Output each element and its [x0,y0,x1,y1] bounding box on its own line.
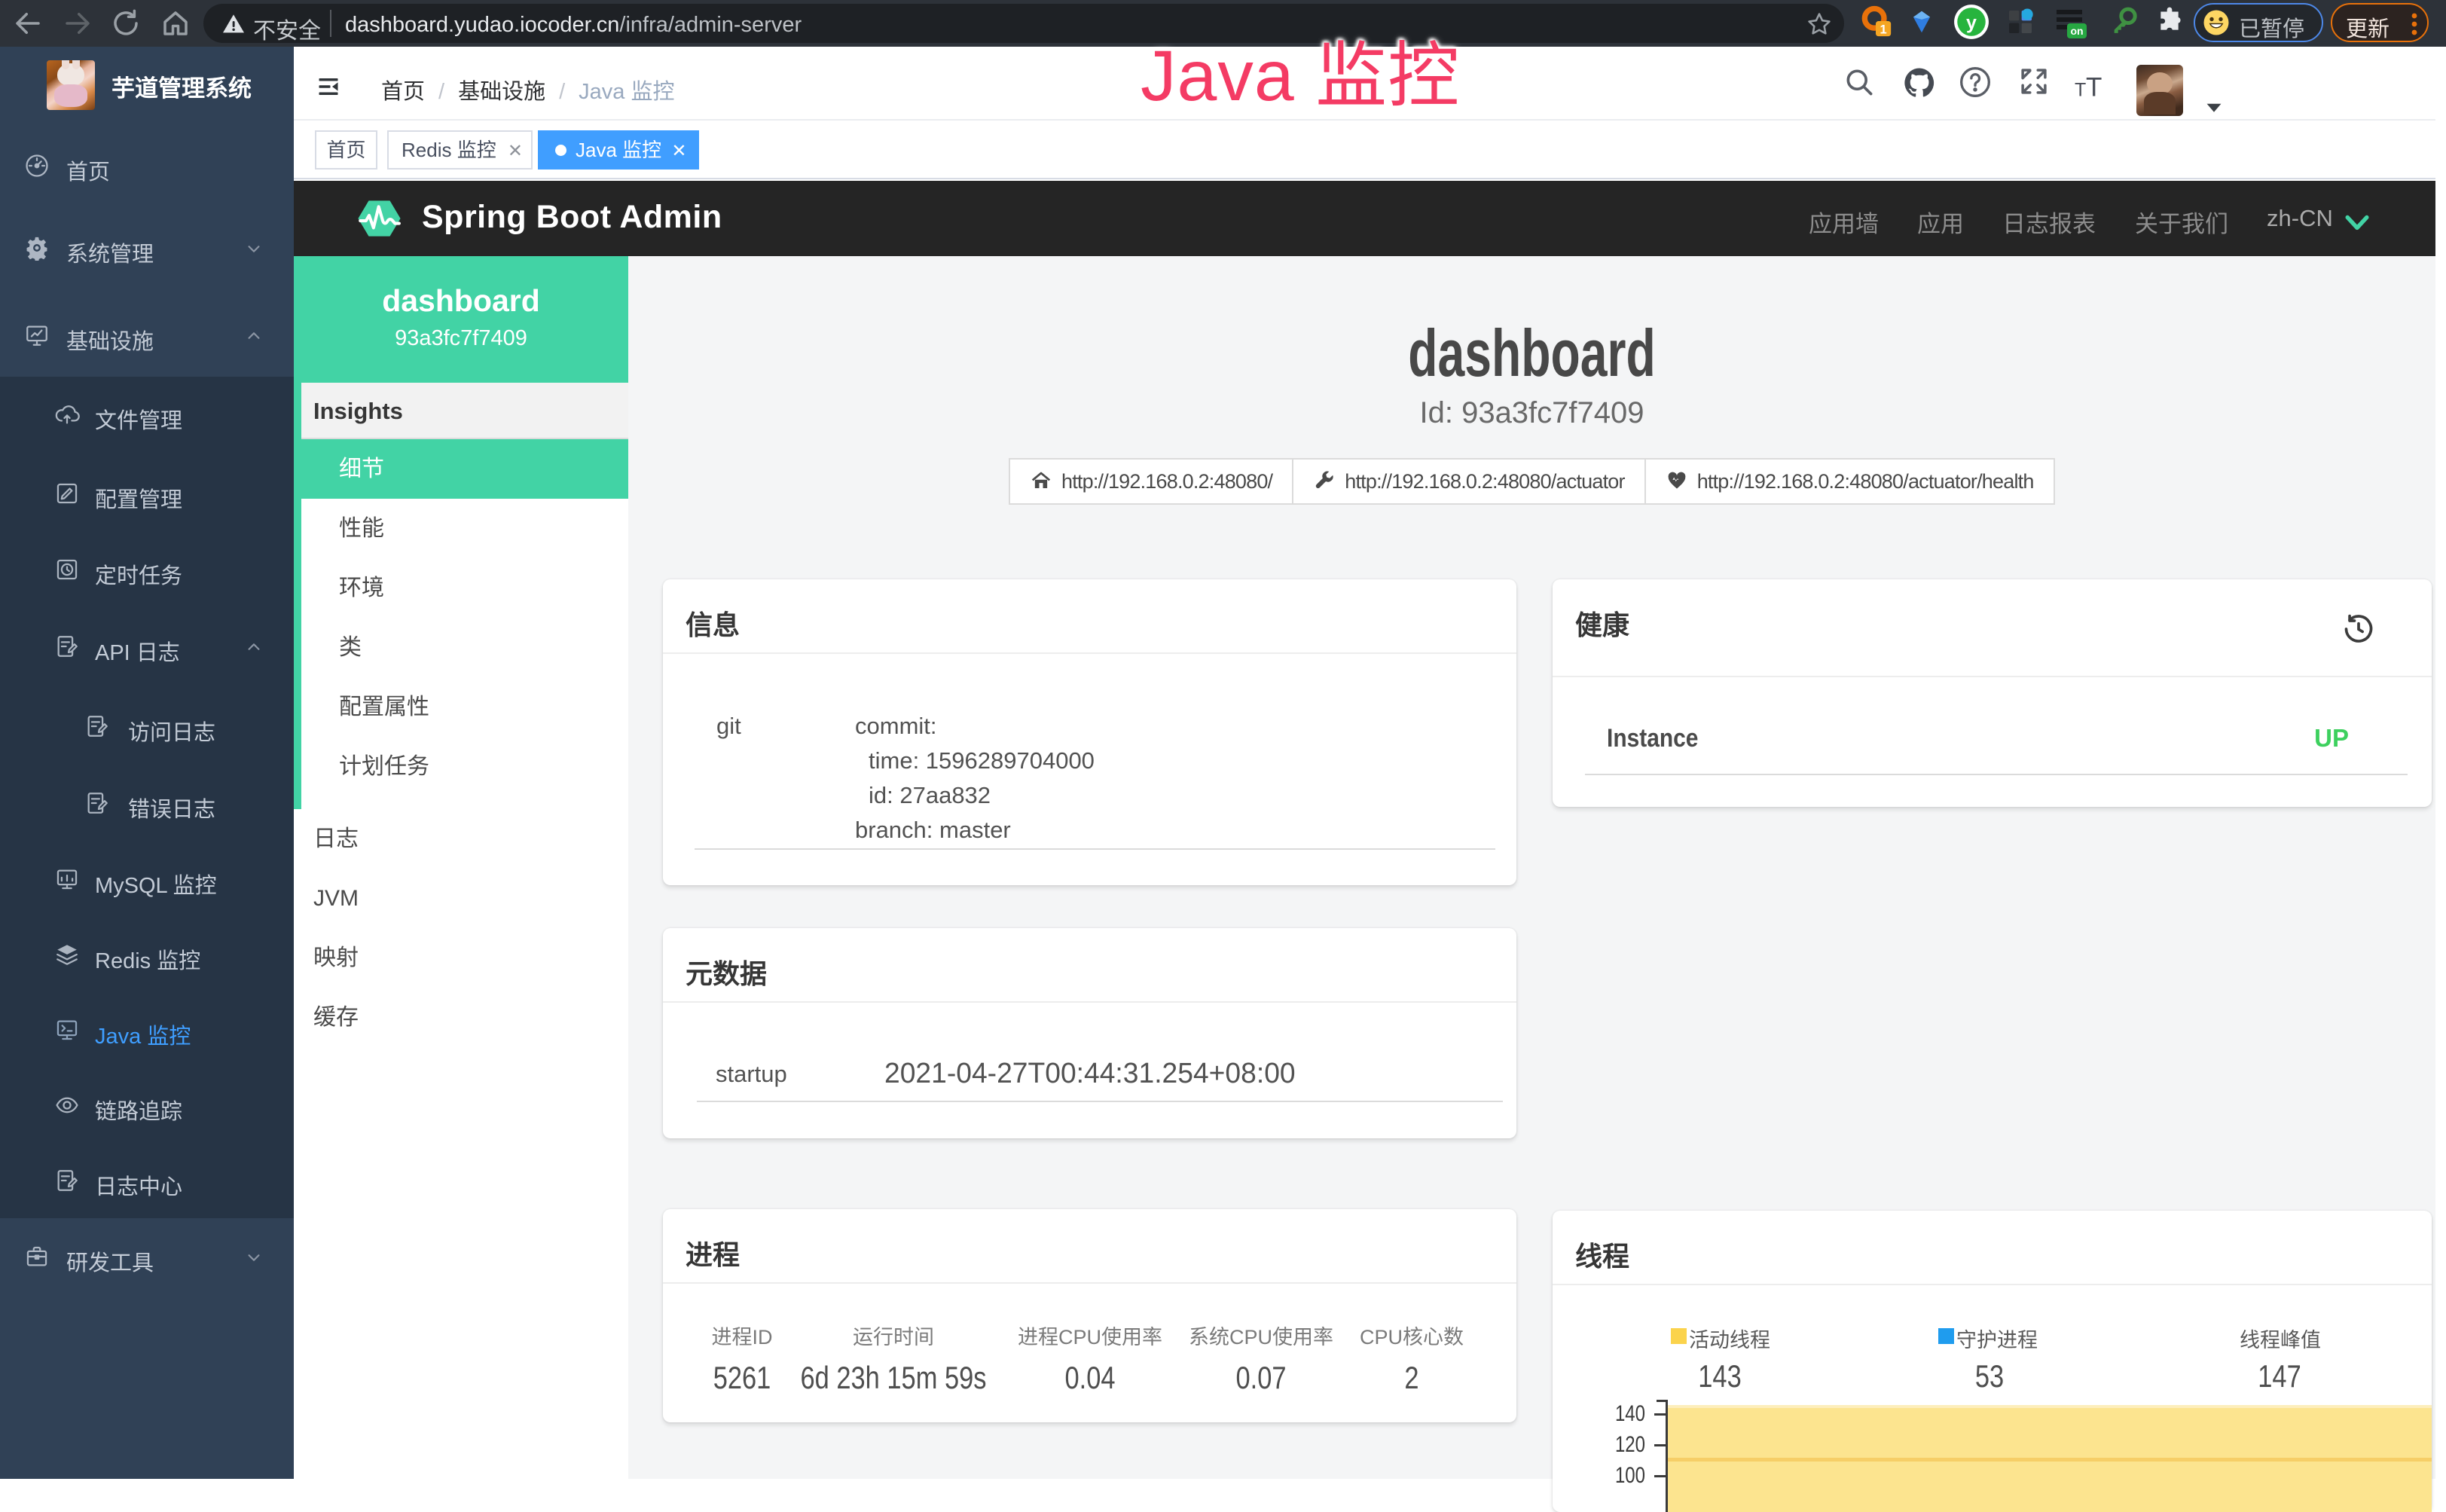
svg-text:T: T [2075,79,2086,100]
svg-text:y: y [1966,12,1977,33]
svg-text:T: T [2086,72,2102,101]
svg-text:1: 1 [1880,23,1886,37]
svg-text:on: on [2070,25,2083,37]
